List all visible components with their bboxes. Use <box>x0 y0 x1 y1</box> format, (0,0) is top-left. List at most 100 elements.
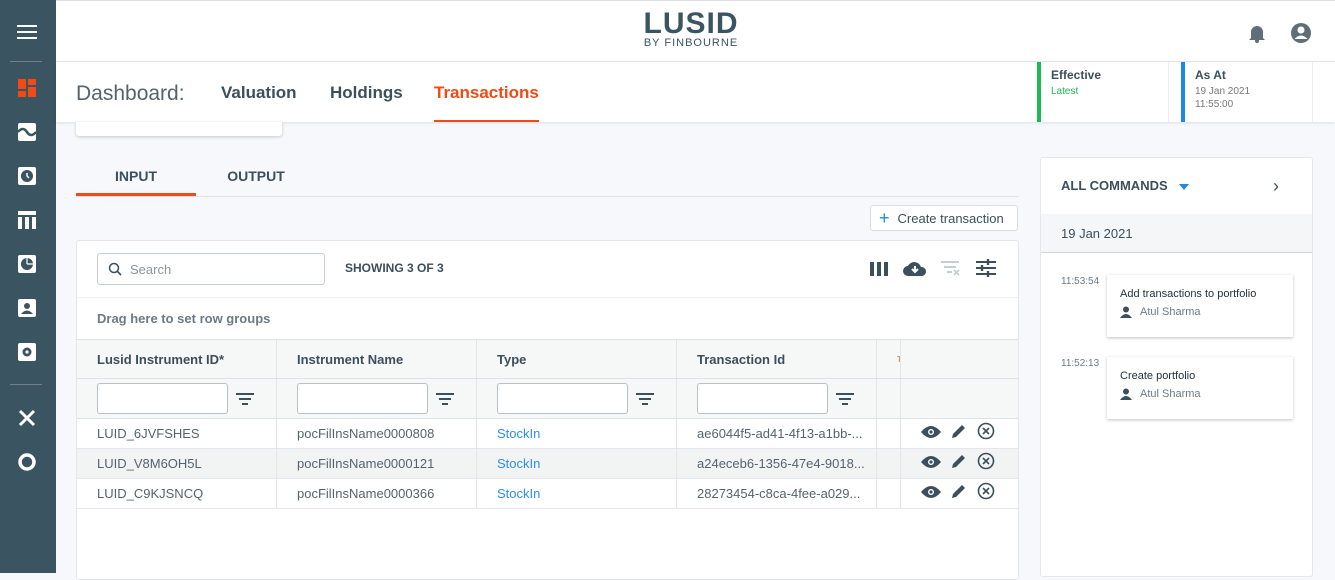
clock-icon[interactable] <box>17 166 37 186</box>
filter-row <box>77 379 1018 419</box>
dashboard-label: Dashboard: <box>76 82 185 105</box>
command-time: 11:52:13 <box>1061 358 1100 369</box>
tab-holdings[interactable]: Holdings <box>330 83 403 122</box>
settings-icon[interactable] <box>17 342 37 362</box>
filter-cell <box>677 379 877 418</box>
column-header-type[interactable]: Type <box>477 340 677 378</box>
filter-input[interactable] <box>97 383 228 414</box>
filter-icon[interactable] <box>436 392 454 405</box>
view-icon[interactable] <box>921 485 941 503</box>
commands-title[interactable]: ALL COMMANDS <box>1061 178 1168 193</box>
user-icon <box>1120 388 1132 400</box>
logo-text: LUSID <box>643 7 739 40</box>
bell-icon[interactable] <box>1248 23 1266 48</box>
row-group-dropzone[interactable]: Drag here to set row groups <box>77 297 1018 339</box>
filter-input[interactable] <box>697 383 828 414</box>
transaction-id-cell: ae6044f5-ad41-4f13-a1bb-... <box>677 419 877 448</box>
chart-icon[interactable] <box>17 122 37 142</box>
tools-icon[interactable] <box>17 408 37 428</box>
table-row[interactable]: LUID_6JVFSHES pocFilInsName0000808 Stock… <box>77 419 1018 449</box>
dashboard-icon[interactable] <box>17 78 37 98</box>
filter-input[interactable] <box>497 383 628 414</box>
instrument-id-cell: LUID_C9KJSNCQ <box>77 479 277 508</box>
view-icon[interactable] <box>921 455 941 473</box>
header-row: Lusid Instrument ID* Instrument Name Typ… <box>77 339 1018 379</box>
command-card[interactable]: Add transactions to portfolio Atul Sharma <box>1107 275 1293 337</box>
truncated-cell <box>877 479 901 508</box>
edit-icon[interactable] <box>951 423 967 444</box>
pie-chart-icon[interactable] <box>17 254 37 274</box>
dashboard-nav: Dashboard: Valuation Holdings Transactio… <box>56 62 1335 122</box>
transaction-id-cell: a24eceb6-1356-47e4-9018... <box>677 449 877 478</box>
caret-down-icon[interactable] <box>1179 184 1189 190</box>
filter-icon[interactable] <box>836 392 854 405</box>
as-at-date: 19 Jan 2021 <box>1195 86 1251 97</box>
edit-icon[interactable] <box>951 453 967 474</box>
search-input[interactable]: Search <box>97 253 325 285</box>
sidebar-divider <box>10 384 42 385</box>
support-icon[interactable] <box>17 452 37 472</box>
columns-icon[interactable] <box>870 262 888 281</box>
filter-cell <box>877 379 901 418</box>
filter-cell <box>277 379 477 418</box>
view-icon[interactable] <box>921 425 941 443</box>
filter-icon[interactable] <box>236 392 254 405</box>
column-header-instrument-id[interactable]: Lusid Instrument ID* <box>77 340 277 378</box>
user-icon <box>1120 306 1132 318</box>
commands-date: 19 Jan 2021 <box>1041 214 1312 253</box>
command-card[interactable]: Create portfolio Atul Sharma <box>1107 357 1293 419</box>
create-transaction-button[interactable]: + Create transaction <box>870 205 1018 231</box>
commands-panel: ALL COMMANDS › 19 Jan 2021 11:53:54 Add … <box>1040 157 1313 577</box>
as-at-label: As At <box>1195 68 1226 82</box>
filter-input[interactable] <box>297 383 428 414</box>
table-icon[interactable] <box>17 210 37 230</box>
command-user: Atul Sharma <box>1140 388 1201 400</box>
tab-transactions[interactable]: Transactions <box>434 83 539 122</box>
clear-filter-icon[interactable] <box>940 259 962 282</box>
truncated-cell <box>877 449 901 478</box>
chevron-right-icon[interactable]: › <box>1273 176 1279 197</box>
table-row[interactable]: LUID_C9KJSNCQ pocFilInsName0000366 Stock… <box>77 479 1018 509</box>
as-at-time: 11:55:00 <box>1195 99 1234 110</box>
account-icon[interactable] <box>1290 22 1312 49</box>
command-user: Atul Sharma <box>1140 306 1201 318</box>
tab-input[interactable]: INPUT <box>76 168 196 196</box>
delete-icon[interactable] <box>977 452 995 475</box>
menu-icon[interactable] <box>17 22 37 42</box>
command-title: Add transactions to portfolio <box>1120 288 1257 300</box>
contact-icon[interactable] <box>17 298 37 318</box>
transactions-grid: Search SHOWING 3 OF 3 Drag here to set r… <box>76 240 1019 580</box>
filter-cell <box>477 379 677 418</box>
effective-label: Effective <box>1051 68 1102 82</box>
input-output-tabs: INPUT OUTPUT <box>76 157 1018 197</box>
instrument-name-cell: pocFilInsName0000121 <box>277 449 477 478</box>
transaction-id-cell: 28273454-c8ca-4fee-a029... <box>677 479 877 508</box>
table-row[interactable]: LUID_V8M6OH5L pocFilInsName0000121 Stock… <box>77 449 1018 479</box>
instrument-id-cell: LUID_V8M6OH5L <box>77 449 277 478</box>
truncated-cell <box>877 419 901 448</box>
download-icon[interactable] <box>902 259 928 282</box>
lusid-logo: LUSID BY FINBOURNE <box>641 7 741 49</box>
delete-icon[interactable] <box>977 422 995 445</box>
column-header-truncated[interactable]: T <box>877 340 901 378</box>
search-icon <box>108 262 122 276</box>
tab-output[interactable]: OUTPUT <box>196 168 316 196</box>
command-title: Create portfolio <box>1120 370 1196 382</box>
tab-valuation[interactable]: Valuation <box>221 83 297 122</box>
as-at-selector[interactable]: As At 19 Jan 2021 11:55:00 <box>1181 62 1313 122</box>
filter-icon[interactable] <box>636 392 654 405</box>
edit-icon[interactable] <box>951 483 967 504</box>
sidebar-divider <box>10 61 42 62</box>
column-header-transaction-id[interactable]: Transaction Id <box>677 340 877 378</box>
type-link[interactable]: StockIn <box>477 449 677 478</box>
effective-selector[interactable]: Effective Latest <box>1037 62 1169 122</box>
collapsed-panel <box>76 122 282 136</box>
type-link[interactable]: StockIn <box>477 479 677 508</box>
instrument-name-cell: pocFilInsName0000366 <box>277 479 477 508</box>
filter-cell <box>77 379 277 418</box>
column-header-instrument-name[interactable]: Instrument Name <box>277 340 477 378</box>
type-link[interactable]: StockIn <box>477 419 677 448</box>
instrument-id-cell: LUID_6JVFSHES <box>77 419 277 448</box>
settings-sliders-icon[interactable] <box>976 259 996 282</box>
delete-icon[interactable] <box>977 482 995 505</box>
